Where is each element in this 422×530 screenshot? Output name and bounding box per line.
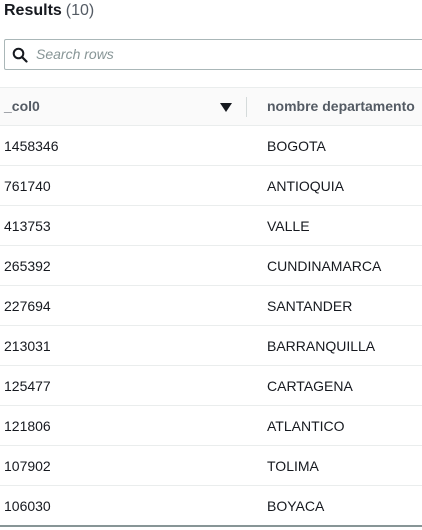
table-cell-nombre-departamento: TOLIMA bbox=[267, 458, 319, 474]
table-cell-col0: 121806 bbox=[4, 418, 51, 434]
table-row: 413753 VALLE bbox=[0, 206, 422, 246]
table-cell-nombre-departamento: BOGOTA bbox=[267, 138, 326, 154]
table-row: 227694 SANTANDER bbox=[0, 286, 422, 326]
table-header: _col0 nombre departamento bbox=[0, 87, 422, 126]
table-cell-col0: 1458346 bbox=[4, 138, 59, 154]
search-placeholder: Search rows bbox=[36, 46, 114, 62]
sort-descending-icon[interactable] bbox=[220, 103, 232, 112]
results-title: Results bbox=[4, 2, 62, 19]
table-cell-nombre-departamento: ATLANTICO bbox=[267, 418, 345, 434]
table-cell-nombre-departamento: ANTIOQUIA bbox=[267, 178, 345, 194]
search-icon bbox=[12, 47, 28, 63]
table-row: 761740 ANTIOQUIA bbox=[0, 166, 422, 206]
table-cell-col0: 106030 bbox=[4, 498, 51, 514]
table-cell-nombre-departamento: CARTAGENA bbox=[267, 378, 353, 394]
table-cell-col0: 413753 bbox=[4, 218, 51, 234]
table-row: 106030 BOYACA bbox=[0, 486, 422, 526]
table-row: 265392 CUNDINAMARCA bbox=[0, 246, 422, 286]
table-cell-col0: 227694 bbox=[4, 298, 51, 314]
table-cell-nombre-departamento: SANTANDER bbox=[267, 298, 353, 314]
table-row: 121806 ATLANTICO bbox=[0, 406, 422, 446]
table-row: 213031 BARRANQUILLA bbox=[0, 326, 422, 366]
table-row: 1458346 BOGOTA bbox=[0, 126, 422, 166]
table-cell-col0: 125477 bbox=[4, 378, 51, 394]
table-cell-nombre-departamento: VALLE bbox=[267, 218, 310, 234]
table-row: 107902 TOLIMA bbox=[0, 446, 422, 486]
results-panel: Results (10) Search rows _col0 nombre dep… bbox=[0, 0, 422, 530]
results-count: (10) bbox=[65, 2, 95, 19]
table-cell-nombre-departamento: BARRANQUILLA bbox=[267, 338, 376, 354]
column-header-col0[interactable]: _col0 bbox=[4, 88, 40, 125]
table-cell-nombre-departamento: CUNDINAMARCA bbox=[267, 258, 382, 274]
column-resize-handle[interactable] bbox=[246, 97, 247, 117]
table-cell-col0: 213031 bbox=[4, 338, 51, 354]
column-header-nombre-departamento[interactable]: nombre departamento bbox=[267, 88, 415, 125]
table-cell-col0: 761740 bbox=[4, 178, 51, 194]
table-row: 125477 CARTAGENA bbox=[0, 366, 422, 406]
table-cell-nombre-departamento: BOYACA bbox=[267, 498, 325, 514]
table-cell-col0: 265392 bbox=[4, 258, 51, 274]
search-input[interactable]: Search rows bbox=[4, 39, 422, 70]
table-bottom-border bbox=[0, 525, 422, 527]
results-header: Results (10) bbox=[4, 0, 94, 22]
table-cell-col0: 107902 bbox=[4, 458, 51, 474]
results-table: _col0 nombre departamento 1458346 BOGOTA… bbox=[0, 87, 422, 526]
